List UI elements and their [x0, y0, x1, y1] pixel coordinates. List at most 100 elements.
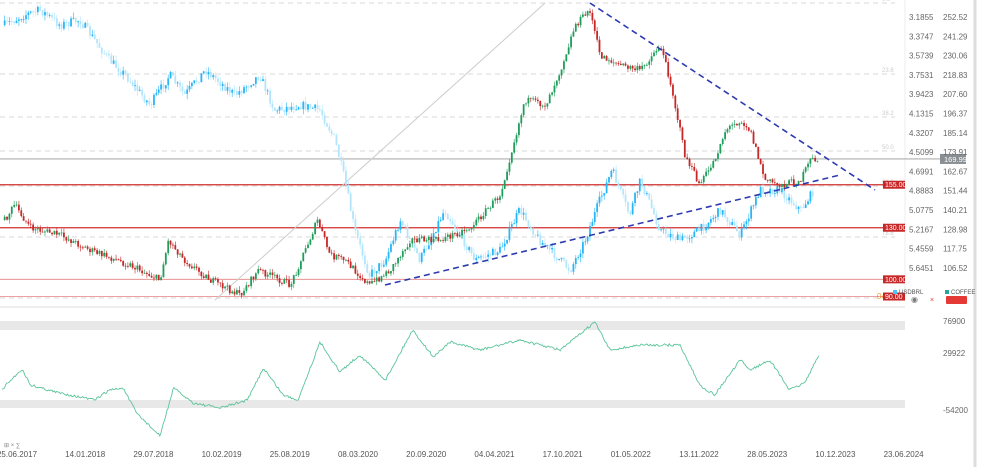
usdbrl-candle — [773, 193, 776, 195]
usdbrl-candle — [228, 87, 231, 93]
coffee-candle — [674, 95, 677, 109]
coffee-candle — [667, 61, 670, 77]
coffee-candle — [328, 247, 331, 253]
eye-icon[interactable]: ◉ — [911, 295, 918, 304]
usdbrl-candle — [254, 77, 257, 84]
coffee-candle — [276, 274, 279, 279]
coffee-candle — [65, 237, 68, 241]
usdbrl-candle — [636, 191, 639, 193]
coffee-axis-tick: 106.52 — [943, 264, 968, 273]
coffee-candle — [15, 204, 18, 206]
coffee-candle — [160, 277, 162, 281]
usdbrl-candle — [593, 212, 596, 222]
usdbrl-candle — [797, 206, 800, 210]
downtrend-line[interactable] — [589, 2, 876, 191]
usdbrl-candle — [375, 271, 378, 274]
usdbrl-axis-tick: 4.1315 — [909, 110, 934, 119]
coffee-candle — [264, 270, 267, 277]
coffee-candle — [691, 166, 693, 167]
price-chart[interactable]: 0.023.638.250.061.878.604 155.00130.0010… — [0, 0, 981, 467]
coffee-candle — [240, 292, 243, 296]
usdbrl-candle — [693, 231, 696, 237]
coffee-candle — [25, 220, 27, 222]
coffee-candle — [714, 158, 717, 162]
usdbrl-candle — [361, 244, 364, 256]
coffee-candle — [593, 20, 596, 31]
close-icon[interactable]: × — [930, 297, 934, 304]
usdbrl-candle — [491, 248, 494, 256]
usdbrl-candle — [719, 208, 722, 215]
fib-level-label: 38.2 — [882, 111, 894, 117]
usdbrl-candle — [740, 227, 743, 238]
coffee-candle — [437, 237, 440, 241]
coffee-candle — [207, 274, 210, 280]
coffee-candle — [93, 248, 96, 251]
usdbrl-candle — [3, 20, 6, 26]
coffee-candle — [764, 173, 767, 180]
coffee-candle — [217, 279, 219, 283]
coffee-candle — [53, 230, 56, 235]
usdbrl-axis-tick: 3.3747 — [909, 32, 934, 41]
usdbrl-candle — [105, 53, 108, 55]
coffee-candle — [584, 14, 587, 16]
coffee-candle — [356, 273, 359, 276]
usdbrl-candle — [702, 223, 705, 231]
fib-level-label: 0.0 — [882, 0, 891, 3]
coffee-candle — [368, 281, 371, 284]
usdbrl-candle — [470, 247, 473, 254]
coffee-candle — [273, 274, 276, 276]
usdbrl-candle — [423, 248, 426, 253]
coffee-candle — [792, 179, 795, 185]
coffee-candle — [136, 265, 139, 270]
coffee-candle — [759, 158, 762, 165]
coffee-candle — [117, 259, 120, 261]
coffee-candle — [209, 279, 212, 283]
coffee-candle — [681, 127, 684, 141]
coffee-candle — [769, 179, 772, 181]
usdbrl-candle — [714, 216, 717, 218]
usdbrl-candle — [247, 86, 250, 88]
usdbrl-candle — [404, 225, 407, 227]
coffee-candle — [148, 274, 151, 276]
usdbrl-candle — [705, 227, 708, 231]
coffee-candle — [378, 277, 381, 282]
usdbrl-candle — [802, 207, 805, 209]
usdbrl-candle — [617, 182, 620, 186]
usdbrl-candle — [188, 85, 191, 90]
usdbrl-candle — [129, 81, 132, 83]
coffee-candle — [337, 254, 340, 256]
coffee-candle — [754, 143, 757, 147]
coffee-candle — [702, 175, 705, 183]
usdbrl-candle — [390, 244, 392, 252]
oscillator-label[interactable]: ⊞ × ∑ — [4, 443, 20, 449]
x-axis-tick: 25.08.2019 — [270, 450, 311, 459]
usdbrl-candle — [378, 263, 381, 272]
usdbrl-candle — [240, 91, 243, 94]
usdbrl-candle — [297, 107, 300, 110]
usdbrl-candle — [67, 21, 70, 27]
coffee-candle — [354, 265, 357, 274]
coffee-candle — [432, 238, 435, 243]
coffee-candle — [39, 228, 42, 232]
usdbrl-candle — [150, 104, 153, 106]
usdbrl-candle — [44, 12, 46, 16]
coffee-candle — [501, 188, 504, 197]
coffee-candle — [3, 216, 6, 220]
coffee-candle — [299, 261, 302, 270]
series-toggle-button[interactable] — [946, 296, 967, 304]
coffee-candle — [582, 14, 584, 17]
usdbrl-candle — [475, 257, 478, 261]
coffee-candle — [418, 237, 421, 243]
coffee-candle — [63, 232, 65, 238]
usdbrl-candle — [503, 243, 506, 247]
coffee-candle — [214, 278, 217, 280]
usdbrl-candle — [352, 211, 354, 219]
usdbrl-candle — [209, 71, 212, 78]
usdbrl-candle — [563, 257, 565, 261]
coffee-candle — [245, 285, 248, 291]
usdbrl-candle — [290, 106, 293, 110]
coffee-candle — [728, 125, 731, 130]
usdbrl-axis-tick: 4.8883 — [909, 187, 934, 196]
usdbrl-candle — [534, 234, 537, 236]
coffee-candle — [221, 283, 224, 289]
